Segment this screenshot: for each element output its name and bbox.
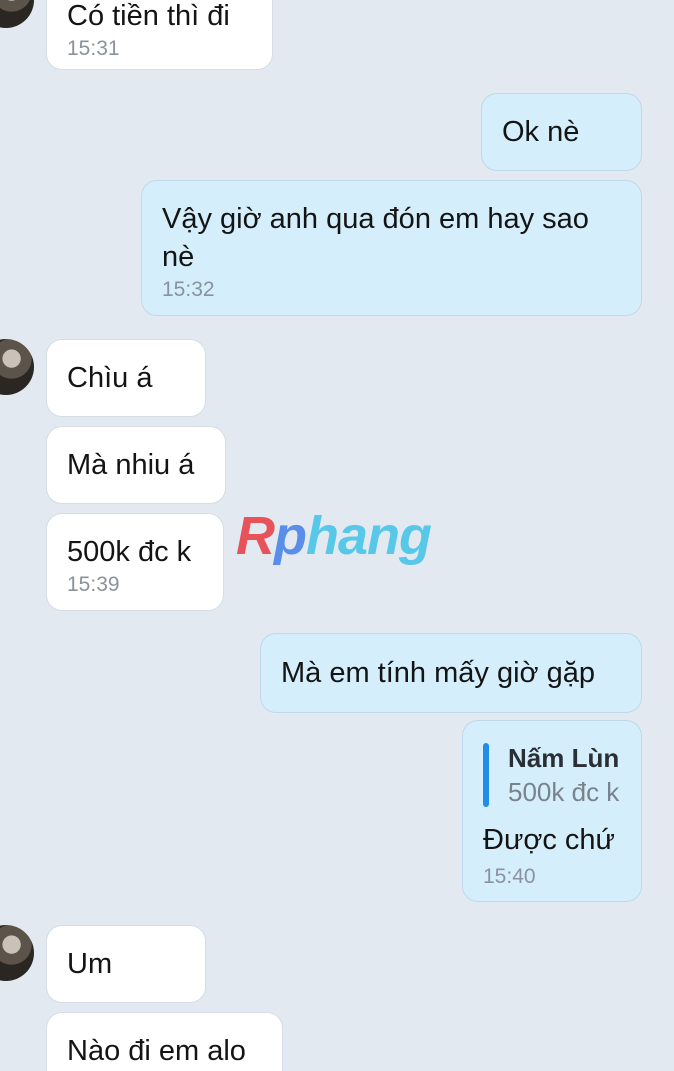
quote-bar — [483, 743, 489, 807]
message-text: 500k đc k — [67, 536, 192, 568]
watermark-text-hang: hang — [306, 506, 432, 566]
watermark-letter-r: R — [236, 506, 275, 566]
message-text: Nào đi em alo — [67, 1035, 246, 1067]
reply-quote[interactable]: Nấm Lùn 500k đc k — [483, 741, 621, 809]
watermark-logo: Rphang — [236, 506, 432, 566]
message-text: Có tiền thì đi — [67, 0, 230, 32]
message-bubble-incoming[interactable]: Um — [46, 925, 206, 1003]
contact-avatar[interactable] — [0, 925, 34, 981]
message-time: 15:31 — [67, 37, 120, 60]
message-bubble-incoming[interactable]: Mà nhiu á — [46, 426, 226, 504]
message-bubble-incoming[interactable]: 500k đc k 15:39 — [46, 513, 224, 611]
message-bubble-outgoing[interactable]: Mà em tính mấy giờ gặp — [260, 633, 642, 713]
message-text: Vậy giờ anh qua đón em hay sao nè — [162, 203, 597, 273]
message-bubble-incoming[interactable]: Có tiền thì đi 15:31 — [46, 0, 273, 70]
contact-avatar[interactable] — [0, 339, 34, 395]
message-text: Chìu á — [67, 362, 153, 394]
message-bubble-outgoing[interactable]: Ok nè — [481, 93, 642, 171]
quote-message-text: 500k đc k — [508, 777, 620, 807]
message-bubble-outgoing[interactable]: Vậy giờ anh qua đón em hay sao nè 15:32 — [141, 180, 642, 316]
message-text: Ok nè — [502, 116, 580, 148]
quote-sender-name: Nấm Lùn — [508, 743, 620, 773]
message-time: 15:32 — [162, 278, 215, 301]
message-text: Mà em tính mấy giờ gặp — [281, 657, 595, 689]
chat-conversation[interactable]: Có tiền thì đi 15:31 Ok nè Vậy giờ anh q… — [0, 0, 674, 1071]
watermark-letter-p: p — [274, 506, 307, 566]
message-text: Um — [67, 948, 113, 980]
message-text: Được chứ — [483, 824, 615, 856]
message-text: Mà nhiu á — [67, 449, 195, 481]
message-bubble-incoming[interactable]: Chìu á — [46, 339, 206, 417]
message-time: 15:39 — [67, 573, 120, 596]
message-time: 15:40 — [483, 865, 536, 888]
message-bubble-outgoing-reply[interactable]: Nấm Lùn 500k đc k Được chứ 15:40 — [462, 720, 642, 902]
contact-avatar[interactable] — [0, 0, 34, 28]
message-bubble-incoming[interactable]: Nào đi em alo — [46, 1012, 283, 1071]
